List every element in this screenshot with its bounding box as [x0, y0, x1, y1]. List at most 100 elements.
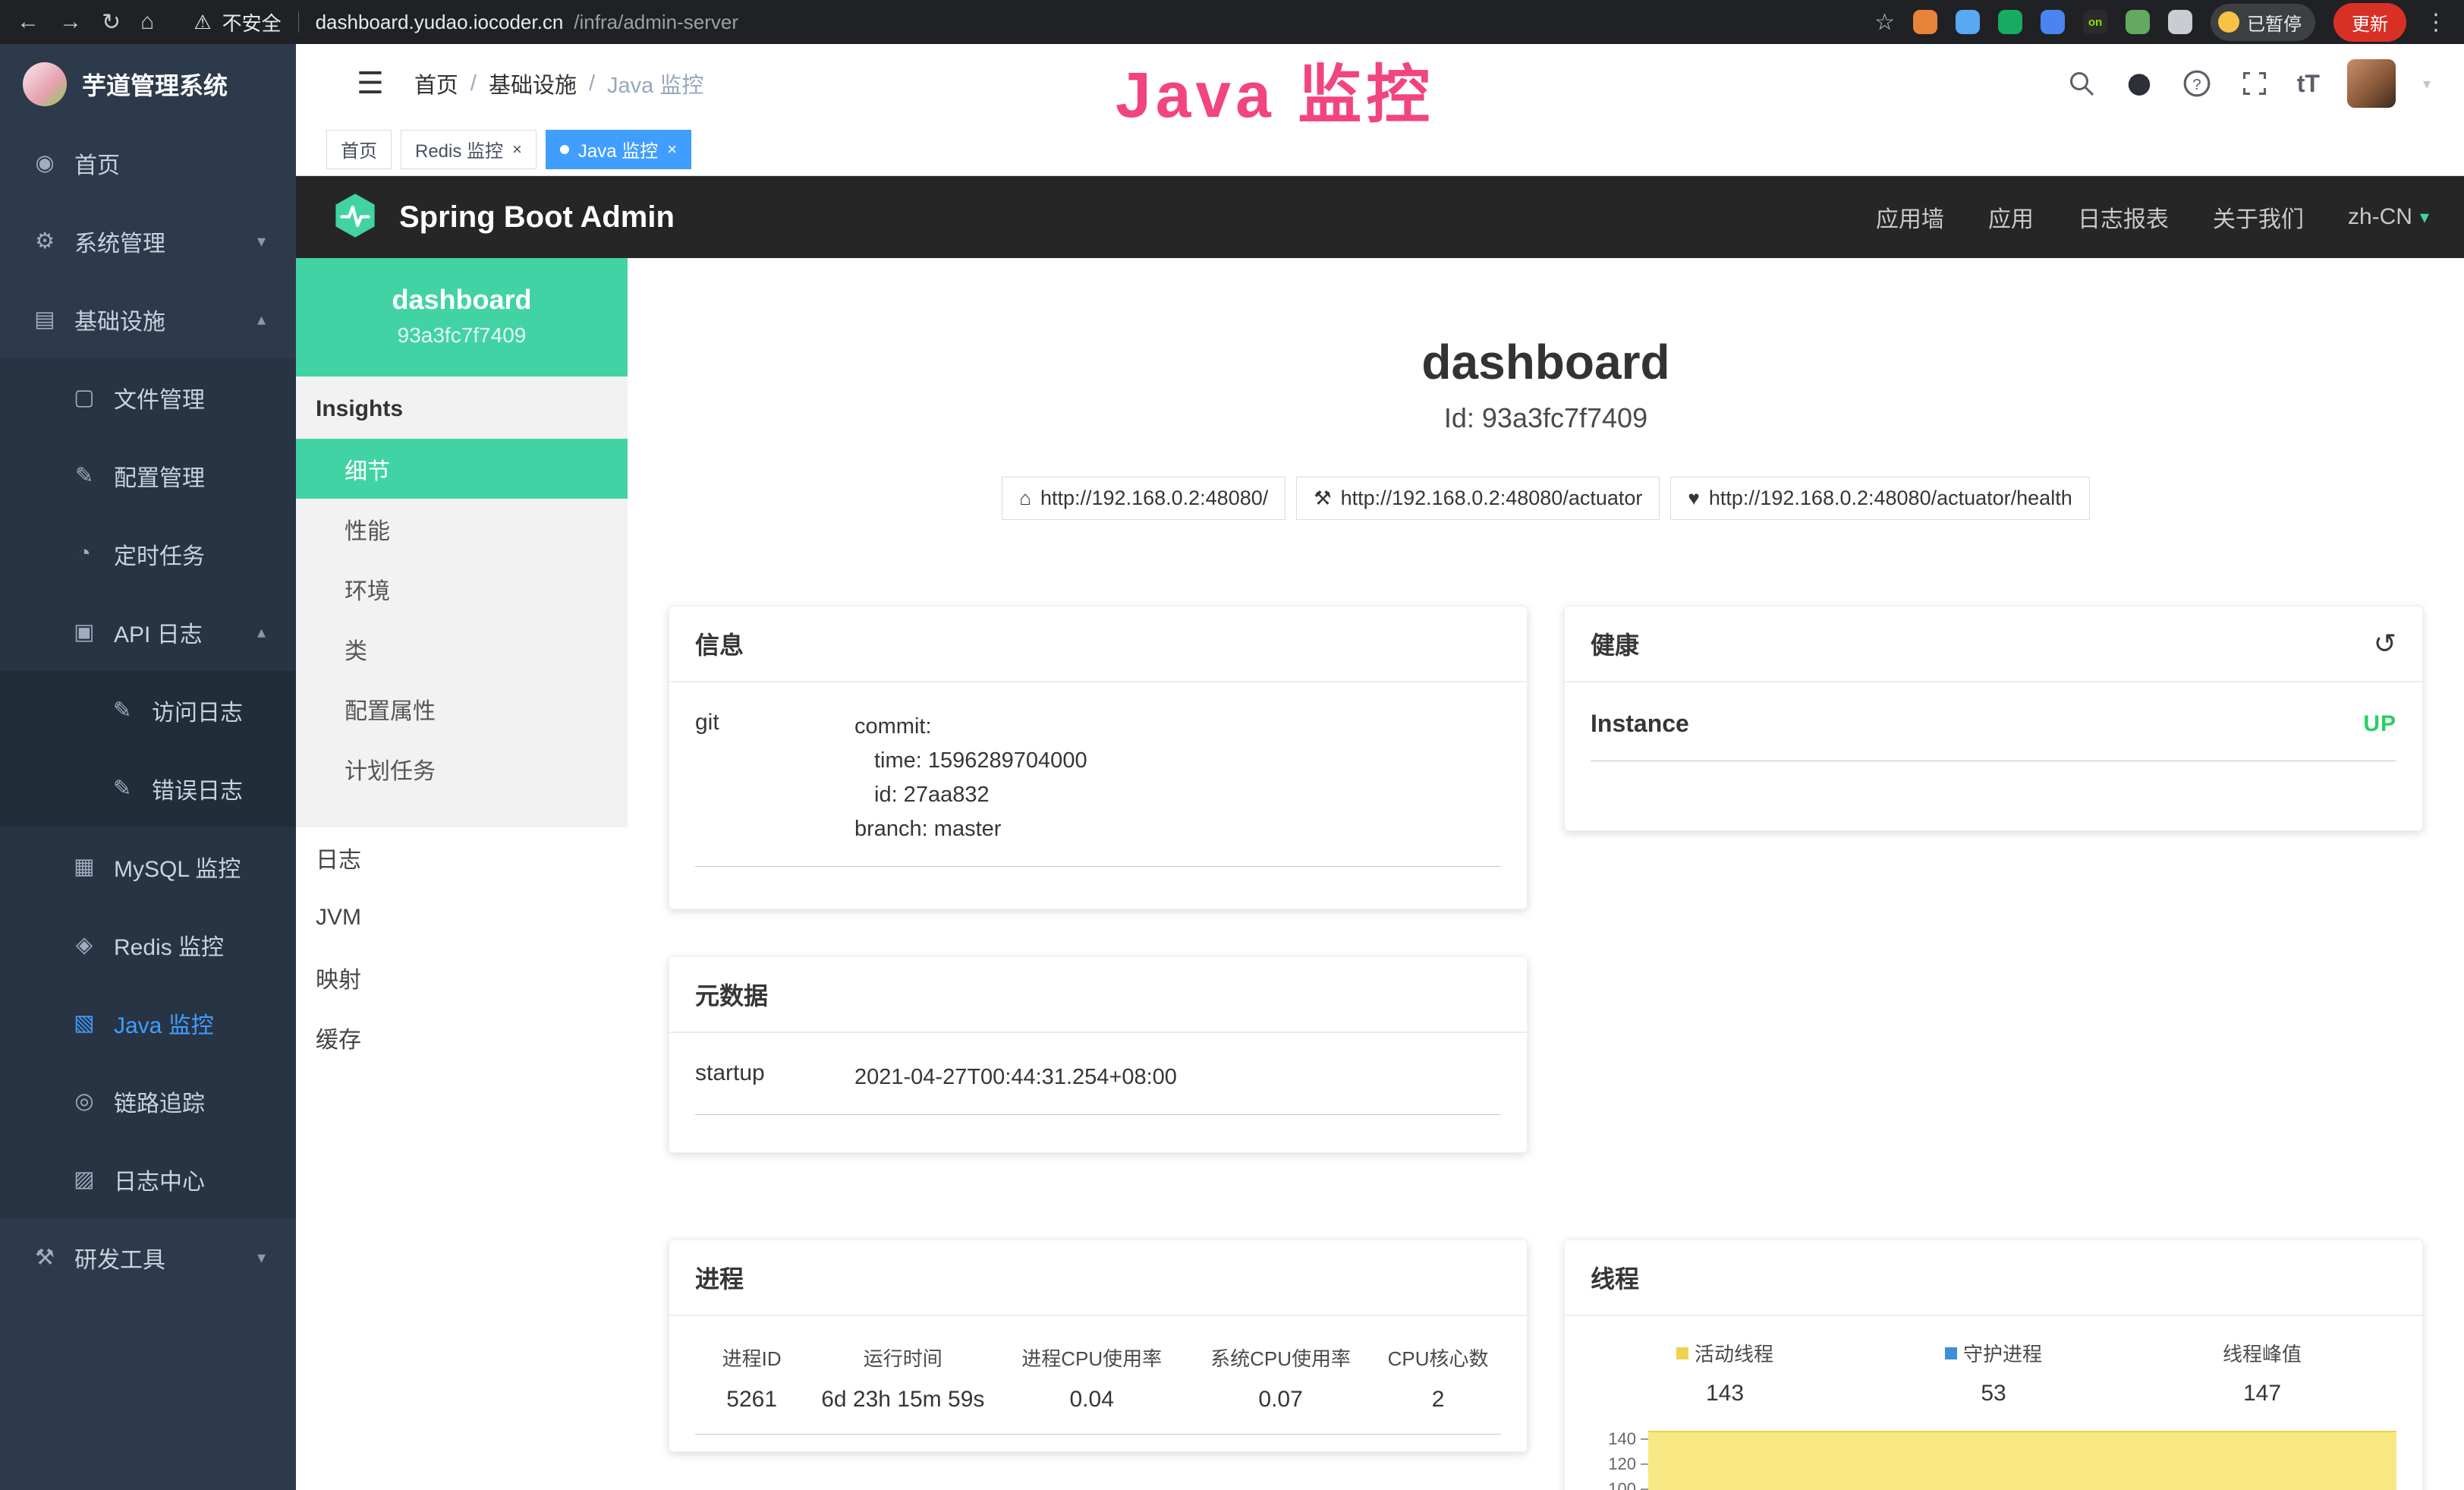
sidebar-item-system-management[interactable]: ⚙ 系统管理 ▾	[0, 202, 296, 280]
extension-icon-6[interactable]	[2126, 10, 2150, 34]
reload-icon[interactable]: ↻	[102, 9, 121, 36]
breadcrumb-home[interactable]: 首页	[414, 68, 458, 99]
tab-redis-monitor[interactable]: Redis 监控 ×	[401, 130, 537, 169]
sba-menu-environment[interactable]: 环境	[296, 559, 628, 619]
sidebar-item-api-logs[interactable]: ▣ API 日志 ▴	[0, 593, 296, 671]
link-url: http://192.168.0.2:48080/actuator	[1341, 487, 1643, 510]
sidebar-item-home[interactable]: ◉ 首页	[0, 124, 296, 202]
sba-instance-name: dashboard	[304, 284, 620, 316]
sba-menu-details[interactable]: 细节	[296, 439, 628, 499]
sidebar-item-access-logs[interactable]: ✎ 访问日志	[0, 671, 296, 749]
extension-icon-5[interactable]: on	[2083, 10, 2107, 34]
tab-java-monitor[interactable]: Java 监控 ×	[546, 130, 691, 169]
daemon-threads-value: 53	[1859, 1381, 2128, 1407]
sidebar-item-file-management[interactable]: ▢ 文件管理	[0, 358, 296, 436]
instance-actuator-link[interactable]: ⚒ http://192.168.0.2:48080/actuator	[1296, 477, 1660, 520]
github-icon[interactable]	[2124, 68, 2154, 99]
doc-icon: ✎	[108, 775, 137, 802]
security-label: 不安全	[222, 8, 282, 36]
process-value-pid: 5261	[695, 1387, 808, 1413]
threads-chart-area	[1648, 1426, 2396, 1490]
sba-menu-config-props[interactable]: 配置属性	[296, 679, 628, 739]
tab-home[interactable]: 首页	[326, 130, 392, 169]
extension-icon-4[interactable]	[2041, 10, 2065, 34]
app-title: 芋道管理系统	[82, 67, 228, 102]
extension-icon-1[interactable]	[1913, 10, 1937, 34]
legend-label: 活动线程	[1695, 1339, 1773, 1367]
locale-label: zh-CN	[2348, 204, 2412, 230]
chrome-update-button[interactable]: 更新	[2333, 3, 2406, 42]
header-actions: ? tT ▾	[2066, 59, 2431, 108]
fullscreen-icon[interactable]	[2239, 68, 2270, 99]
sba-menu-logs[interactable]: 日志	[296, 827, 628, 887]
sba-nav-applications[interactable]: 应用	[1988, 200, 2034, 234]
sba-nav-about[interactable]: 关于我们	[2213, 200, 2304, 234]
breadcrumb-infrastructure[interactable]: 基础设施	[489, 68, 577, 99]
tab-close-icon[interactable]: ×	[512, 140, 522, 159]
sidebar-item-dev-tools[interactable]: ⚒ 研发工具 ▾	[0, 1218, 296, 1296]
warning-icon: ⚠	[194, 11, 211, 34]
instance-health-link[interactable]: ♥ http://192.168.0.2:48080/actuator/heal…	[1670, 477, 2089, 520]
sidebar-item-label: 访问日志	[152, 694, 243, 727]
info-card: 信息 git commit: time: 1596289704000 id: 2…	[669, 606, 1528, 909]
sidebar-item-java-monitor[interactable]: ▧ Java 监控	[0, 984, 296, 1062]
legend-label: 守护进程	[1963, 1339, 2042, 1367]
sba-insights-group: Insights 细节 性能 环境 类 配置属性 计划任务	[296, 376, 628, 827]
gear-icon: ⚙	[30, 228, 59, 254]
sidebar-item-trace[interactable]: ◎ 链路追踪	[0, 1062, 296, 1140]
sba-menu-metrics[interactable]: 性能	[296, 499, 628, 559]
sidebar-item-infrastructure[interactable]: ▤ 基础设施 ▴	[0, 280, 296, 358]
process-value-cpus: 2	[1375, 1387, 1501, 1413]
main-column: ☰ 首页 / 基础设施 / Java 监控 Java 监控	[296, 44, 2464, 1490]
url-host: dashboard.yudao.iocoder.cn	[316, 11, 564, 34]
address-bar[interactable]: ⚠ 不安全 dashboard.yudao.iocoder.cn/infra/a…	[194, 8, 738, 36]
history-icon[interactable]: ↺	[2374, 628, 2396, 660]
tools-icon: ⚒	[30, 1244, 59, 1271]
sba-menu-classes[interactable]: 类	[296, 619, 628, 679]
forward-icon[interactable]: →	[59, 9, 82, 35]
help-icon[interactable]: ?	[2182, 68, 2212, 99]
startup-key: startup	[695, 1060, 854, 1095]
sba-menu-caches[interactable]: 缓存	[296, 1007, 628, 1067]
home-icon[interactable]: ⌂	[140, 9, 154, 35]
back-icon[interactable]: ←	[17, 9, 39, 35]
avatar-caret-icon[interactable]: ▾	[2423, 74, 2431, 93]
app-logo[interactable]: 芋道管理系统	[0, 44, 296, 124]
user-avatar[interactable]	[2347, 59, 2396, 108]
sidebar-item-mysql-monitor[interactable]: ▦ MySQL 监控	[0, 827, 296, 906]
sba-menu-scheduled-tasks[interactable]: 计划任务	[296, 739, 628, 799]
sidebar-item-redis-monitor[interactable]: ◈ Redis 监控	[0, 906, 296, 984]
sba-nav: 应用墙 应用 日志报表 关于我们 zh-CN ▾	[1876, 200, 2429, 234]
instance-home-link[interactable]: ⌂ http://192.168.0.2:48080/	[1002, 477, 1285, 520]
bookmark-star-icon[interactable]: ☆	[1874, 9, 1895, 36]
screen: ← → ↻ ⌂ ⚠ 不安全 dashboard.yudao.iocoder.cn…	[0, 0, 2464, 1490]
metadata-card: 元数据 startup 2021-04-27T00:44:31.254+08:0…	[669, 956, 1528, 1153]
sidebar-item-config-management[interactable]: ✎ 配置管理	[0, 436, 296, 515]
url-path: /infra/admin-server	[574, 11, 738, 34]
tab-close-icon[interactable]: ×	[667, 140, 677, 159]
puzzle-extensions-icon[interactable]	[2168, 10, 2192, 34]
sidebar-item-scheduled-tasks[interactable]: ◔ 定时任务	[0, 515, 296, 593]
hamburger-icon[interactable]: ☰	[357, 66, 384, 101]
search-icon[interactable]	[2066, 68, 2097, 99]
sba-locale-select[interactable]: zh-CN ▾	[2348, 204, 2429, 230]
chrome-menu-icon[interactable]: ⋮	[2425, 9, 2447, 36]
sidebar-item-label: 首页	[74, 146, 120, 180]
sba-menu-jvm[interactable]: JVM	[296, 887, 628, 947]
sba-nav-wallboard[interactable]: 应用墙	[1876, 200, 1944, 234]
profile-paused-badge[interactable]: 已暂停	[2211, 4, 2315, 41]
java-monitor-icon: ▧	[70, 1010, 99, 1036]
sidebar-item-error-logs[interactable]: ✎ 错误日志	[0, 749, 296, 827]
sba-nav-journal[interactable]: 日志报表	[2078, 200, 2169, 234]
sidebar-item-log-center[interactable]: ▨ 日志中心	[0, 1140, 296, 1218]
instance-links: ⌂ http://192.168.0.2:48080/ ⚒ http://192…	[628, 477, 2464, 520]
process-header-system-cpu: 系统CPU使用率	[1186, 1344, 1375, 1387]
extension-icon-3[interactable]	[1998, 10, 2022, 34]
extension-icon-2[interactable]	[1956, 10, 1980, 34]
sba-menu-mappings[interactable]: 映射	[296, 947, 628, 1007]
chevron-down-icon: ▾	[257, 232, 266, 251]
sba-instance-header[interactable]: dashboard 93a3fc7f7409	[296, 258, 628, 376]
sba-brand-title[interactable]: Spring Boot Admin	[399, 200, 675, 235]
health-card: 健康 ↺ Instance UP	[1564, 606, 2423, 831]
font-size-icon[interactable]: tT	[2297, 70, 2320, 98]
